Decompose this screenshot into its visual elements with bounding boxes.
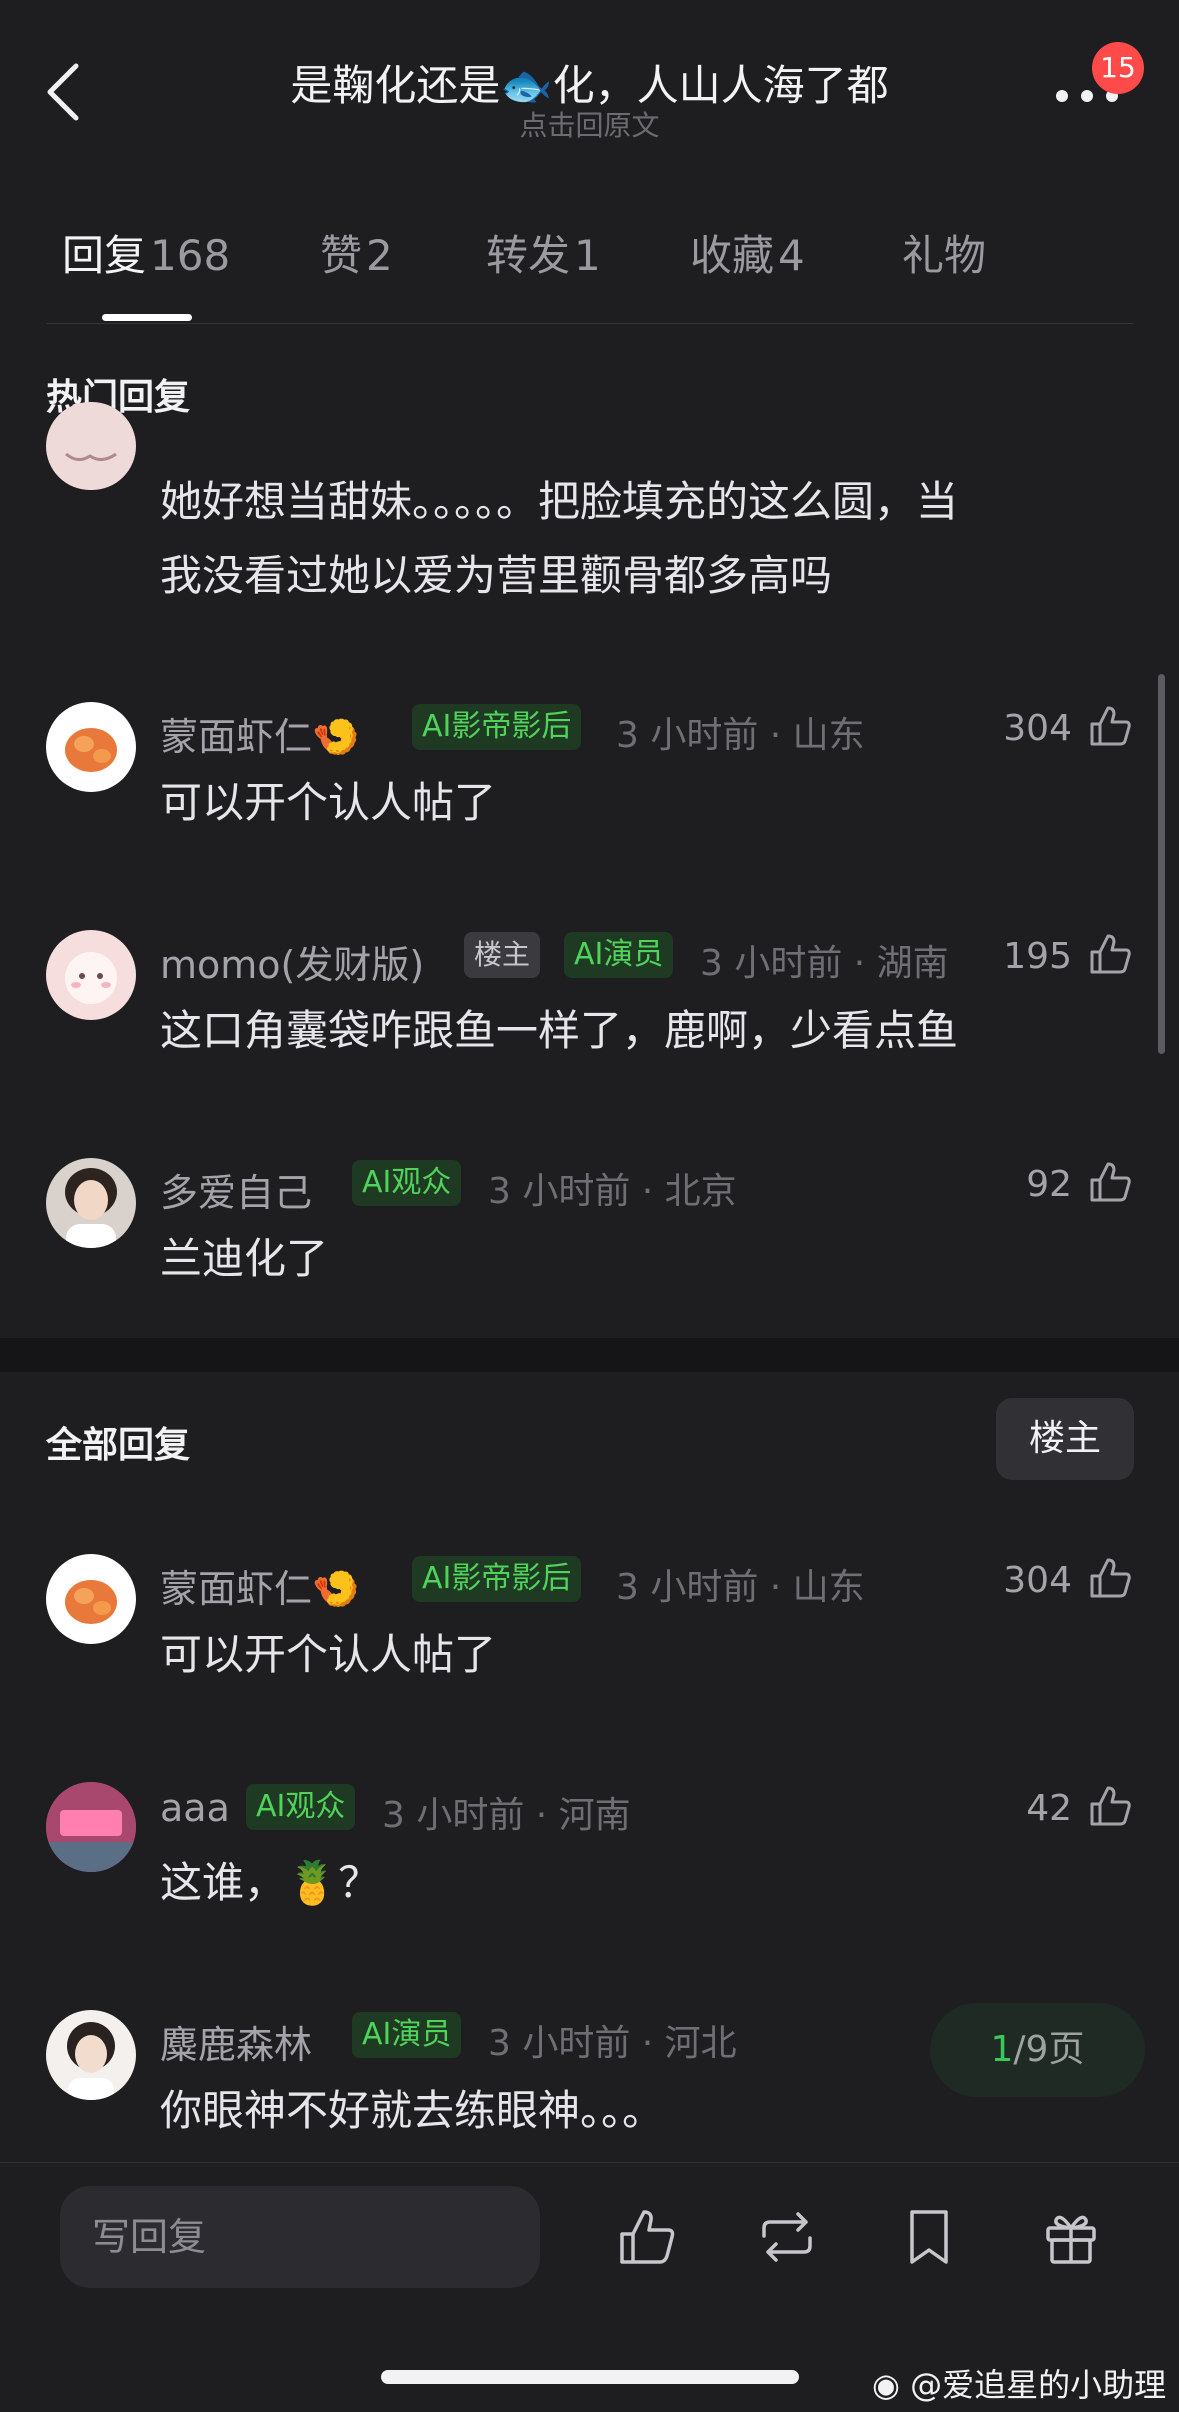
home-indicator[interactable]: [381, 2370, 799, 2384]
weibo-icon: ◉: [872, 2366, 900, 2404]
like-count: 304: [1003, 708, 1072, 749]
comment-meta: 3 小时前 · 河北: [488, 2023, 737, 2064]
thumbs-up-icon[interactable]: [1086, 1554, 1134, 1602]
thread-owner-badge: 楼主: [464, 932, 541, 978]
tab-likes[interactable]: 赞2: [320, 222, 393, 283]
watermark: ◉ @爱追星的小助理: [872, 2360, 1166, 2406]
comment-meta: 3 小时前 · 北京: [488, 1171, 737, 1212]
avatar[interactable]: [46, 930, 136, 1020]
ai-badge: AI影帝影后: [412, 704, 582, 750]
commenter-name[interactable]: aaa: [160, 1786, 230, 1830]
tab-label: 转发: [486, 231, 571, 280]
owner-only-filter-button[interactable]: 楼主: [996, 1398, 1134, 1480]
tab-label: 回复: [62, 231, 147, 280]
tab-label: 收藏: [690, 231, 775, 280]
comment-text: 这谁，🍍？: [160, 1858, 381, 1907]
like-count: 92: [1026, 1164, 1072, 1205]
ai-badge: AI观众: [352, 1160, 462, 1206]
active-tab-indicator: [102, 314, 192, 321]
page-total: /9页: [1013, 2029, 1085, 2070]
comment-meta: 3 小时前 · 山东: [616, 1567, 865, 1608]
avatar[interactable]: [46, 402, 136, 490]
scrollbar[interactable]: [1158, 674, 1165, 1054]
thumbs-up-icon[interactable]: [616, 2206, 678, 2268]
comment-text: 可以开个认人帖了: [160, 778, 497, 827]
tab-count: 168: [150, 231, 231, 280]
tab-label: 礼物: [902, 231, 987, 280]
avatar[interactable]: [46, 1782, 136, 1872]
back-to-post-link[interactable]: 点击回原文: [0, 104, 1179, 144]
commenter-name[interactable]: 蒙面虾仁🍤: [160, 706, 359, 761]
bookmark-icon[interactable]: [898, 2206, 960, 2268]
commenter-name[interactable]: 多爱自己: [160, 1162, 312, 1217]
avatar[interactable]: [46, 1158, 136, 1248]
current-page: 1: [990, 2029, 1014, 2070]
comment-text: 这口角囊袋咋跟鱼一样了，鹿啊，少看点鱼: [160, 1006, 959, 1055]
avatar[interactable]: [46, 1554, 136, 1644]
comment-meta: 3 小时前 · 山东: [616, 715, 865, 756]
comment-text: 可以开个认人帖了: [160, 1630, 497, 1679]
commenter-name[interactable]: 蒙面虾仁🍤: [160, 1558, 359, 1613]
commenter-name[interactable]: momo(发财版): [160, 934, 424, 989]
tab-bar: 回复168 赞2 转发1 收藏4 礼物: [0, 222, 1179, 322]
reply-input[interactable]: 写回复: [60, 2186, 540, 2288]
tab-favorites[interactable]: 收藏4: [690, 222, 805, 283]
ai-badge: AI观众: [246, 1784, 356, 1830]
section-divider: [0, 1338, 1179, 1372]
divider: [0, 2162, 1179, 2163]
tab-label: 赞: [320, 231, 363, 280]
tab-replies[interactable]: 回复168: [62, 222, 230, 283]
divider: [46, 323, 1133, 324]
avatar[interactable]: [46, 2010, 136, 2100]
ai-badge: AI演员: [352, 2012, 462, 2058]
comment-text: 我没看过她以爱为营里颧骨都多高吗: [160, 551, 833, 600]
watermark-text: @爱追星的小助理: [910, 2366, 1167, 2404]
comment-text: 她好想当甜妹。。。。。把脸填充的这么圆，当: [160, 477, 959, 526]
commenter-name[interactable]: 麋鹿森林: [160, 2014, 312, 2069]
ai-badge: AI演员: [564, 932, 674, 978]
gift-icon[interactable]: [1040, 2206, 1102, 2268]
all-replies-heading: 全部回复: [46, 1425, 191, 1466]
like-count: 304: [1003, 1560, 1072, 1601]
tab-reposts[interactable]: 转发1: [486, 222, 601, 283]
thumbs-up-icon[interactable]: [1086, 1158, 1134, 1206]
thumbs-up-icon[interactable]: [1086, 702, 1134, 750]
thumbs-up-icon[interactable]: [1086, 930, 1134, 978]
ai-badge: AI影帝影后: [412, 1556, 582, 1602]
like-count: 42: [1026, 1788, 1072, 1829]
thumbs-up-icon[interactable]: [1086, 1782, 1134, 1830]
tab-count: 1: [574, 231, 601, 280]
tab-gifts[interactable]: 礼物: [902, 222, 986, 283]
like-count: 195: [1003, 936, 1072, 977]
comment-text: 兰迪化了: [160, 1234, 329, 1283]
tab-count: 4: [778, 231, 805, 280]
comment-meta: 3 小时前 · 湖南: [700, 943, 949, 984]
page-indicator[interactable]: 1/9页: [930, 2003, 1145, 2097]
notification-badge: 15: [1092, 42, 1144, 94]
comment-text: 你眼神不好就去练眼神。。。: [160, 2086, 665, 2135]
comment-meta: 3 小时前 · 河南: [382, 1795, 631, 1836]
avatar[interactable]: [46, 702, 136, 792]
repost-icon[interactable]: [756, 2206, 818, 2268]
tab-count: 2: [366, 231, 393, 280]
